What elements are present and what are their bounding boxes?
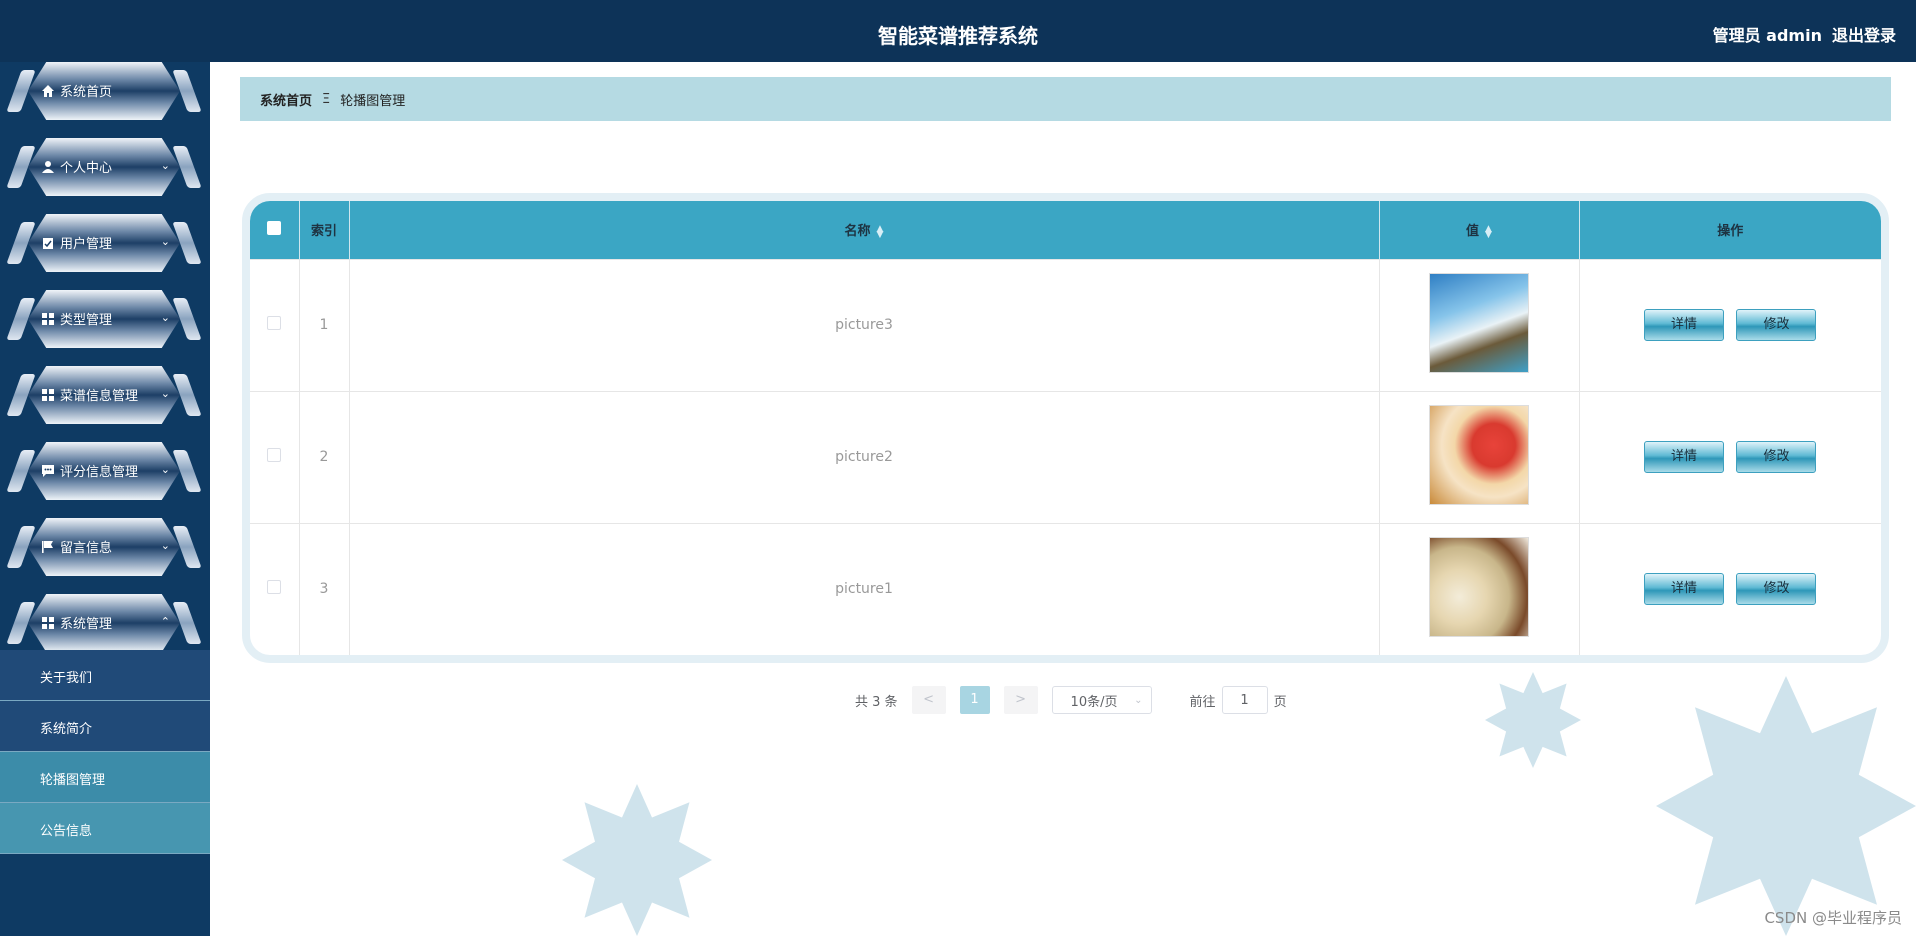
edit-button[interactable]: 修改 [1736, 573, 1817, 606]
sidebar-item-types[interactable]: 类型管理 ⌄ [6, 290, 202, 348]
column-value-label: 值 [1466, 224, 1480, 240]
column-name-label: 名称 [844, 224, 871, 240]
submenu-item-notices[interactable]: 公告信息 [0, 803, 210, 854]
select-all-checkbox[interactable] [267, 220, 282, 235]
sidebar-item-messages[interactable]: 留言信息 ⌄ [6, 518, 202, 576]
chevron-down-icon: ⌄ [160, 463, 170, 476]
home-icon [40, 83, 56, 99]
submenu-item-about[interactable]: 关于我们 [0, 650, 210, 701]
sidebar-item-recipes[interactable]: 菜谱信息管理 ⌄ [6, 366, 202, 424]
logout-link[interactable]: 退出登录 [1832, 22, 1896, 46]
row-name: picture2 [349, 391, 1380, 523]
detail-button[interactable]: 详情 [1644, 309, 1725, 341]
sidebar-item-personal[interactable]: 个人中心 ⌄ [6, 138, 202, 196]
decorative-star [1656, 676, 1916, 936]
sidebar-item-label: 个人中心 [60, 161, 113, 176]
system-submenu: 关于我们 系统简介 轮播图管理 公告信息 [0, 650, 210, 854]
sort-icon[interactable]: ▲ ▼ [877, 224, 884, 239]
watermark: CSDN @毕业程序员 [1764, 909, 1902, 927]
decorative-star [1485, 672, 1581, 768]
sidebar: 系统首页 个人中心 ⌄ 用户管理 ⌄ 类型管理 ⌄ 菜谱信息管理 ⌄ 评分信息管… [0, 62, 210, 936]
column-value[interactable]: 值 ▲ ▼ [1379, 201, 1580, 259]
chevron-down-icon: ⌄ [160, 387, 170, 400]
detail-button[interactable]: 详情 [1644, 441, 1725, 473]
row-checkbox[interactable] [267, 580, 282, 595]
chat-icon [40, 463, 56, 479]
page-size-value: 10条/页 [1070, 694, 1118, 710]
edit-button[interactable]: 修改 [1736, 441, 1817, 473]
breadcrumb-separator: Ξ [322, 91, 331, 107]
sidebar-item-label: 留言信息 [60, 541, 113, 556]
sidebar-item-label: 评分信息管理 [60, 465, 139, 480]
chevron-down-icon: ⌄ [160, 539, 170, 552]
row-name: picture1 [349, 523, 1380, 655]
chevron-up-icon: ⌃ [160, 615, 170, 628]
row-index: 3 [299, 523, 350, 655]
decorative-star [562, 784, 712, 936]
chevron-down-icon: ⌄ [160, 311, 170, 324]
user-area: 管理员 admin 退出登录 [1713, 22, 1896, 46]
breadcrumb-current: 轮播图管理 [340, 93, 406, 109]
pagination-total: 共 3 条 [855, 694, 898, 710]
next-page-button[interactable]: > [1003, 686, 1038, 714]
detail-button[interactable]: 详情 [1644, 573, 1725, 606]
user-icon [40, 159, 56, 175]
row-index: 1 [299, 259, 350, 391]
row-checkbox[interactable] [267, 316, 282, 330]
sidebar-item-system[interactable]: 系统管理 ⌃ [6, 594, 202, 652]
row-name: picture3 [349, 259, 1380, 391]
table-row: 2 picture2 详情 修改 [250, 391, 1881, 523]
table-row: 1 picture3 详情 修改 [250, 259, 1881, 391]
goto-suffix: 页 [1273, 694, 1287, 710]
sidebar-item-home[interactable]: 系统首页 [6, 62, 202, 120]
prev-page-button[interactable]: < [911, 686, 946, 714]
sidebar-item-label: 类型管理 [60, 313, 113, 328]
app-title: 智能菜谱推荐系统 [878, 24, 1038, 48]
submenu-item-intro[interactable]: 系统简介 [0, 701, 210, 752]
breadcrumb: 系统首页 Ξ 轮播图管理 [240, 77, 1891, 121]
pagination: 共 3 条 < 1 > 10条/页 ⌄ 前往 页 [855, 686, 1287, 714]
carousel-table: 索引 名称 ▲ ▼ 值 ▲ ▼ 操作 1 picture3 详情 修改 2 pictur… [250, 201, 1881, 655]
clipboard-icon [40, 235, 56, 251]
goto-page-input[interactable] [1221, 686, 1268, 714]
goto-prefix: 前往 [1189, 694, 1216, 710]
top-header: 智能菜谱推荐系统 管理员 admin 退出登录 [0, 0, 1916, 62]
carousel-thumbnail[interactable] [1429, 405, 1529, 505]
chevron-down-icon: ⌄ [1134, 694, 1143, 706]
chevron-down-icon: ⌄ [160, 235, 170, 248]
sort-icon[interactable]: ▲ ▼ [1485, 224, 1492, 239]
current-user: 管理员 admin [1712, 26, 1822, 45]
page-size-select[interactable]: 10条/页 ⌄ [1051, 686, 1152, 714]
table-header-row: 索引 名称 ▲ ▼ 值 ▲ ▼ 操作 [250, 201, 1881, 259]
edit-button[interactable]: 修改 [1736, 309, 1817, 341]
column-actions: 操作 [1717, 224, 1744, 240]
sidebar-item-label: 菜谱信息管理 [60, 389, 139, 404]
breadcrumb-home[interactable]: 系统首页 [260, 90, 312, 109]
grid-icon [40, 311, 56, 327]
carousel-thumbnail[interactable] [1429, 273, 1529, 373]
row-index: 2 [299, 391, 350, 523]
grid-icon [40, 387, 56, 403]
data-table-container: 索引 名称 ▲ ▼ 值 ▲ ▼ 操作 1 picture3 详情 修改 2 pictur… [242, 193, 1889, 663]
grid-icon [40, 615, 56, 631]
table-row: 3 picture1 详情 修改 [250, 523, 1881, 655]
submenu-item-carousel[interactable]: 轮播图管理 [0, 752, 210, 803]
sidebar-item-ratings[interactable]: 评分信息管理 ⌄ [6, 442, 202, 500]
column-name[interactable]: 名称 ▲ ▼ [349, 201, 1380, 259]
sidebar-item-label: 系统管理 [60, 617, 113, 632]
row-checkbox[interactable] [267, 448, 282, 462]
flag-icon [40, 539, 56, 555]
sidebar-item-users[interactable]: 用户管理 ⌄ [6, 214, 202, 272]
page-number[interactable]: 1 [959, 686, 990, 714]
column-index: 索引 [299, 201, 350, 259]
carousel-thumbnail[interactable] [1429, 537, 1529, 638]
sidebar-item-label: 用户管理 [60, 237, 113, 252]
sidebar-item-label: 系统首页 [60, 85, 113, 100]
chevron-down-icon: ⌄ [160, 159, 170, 172]
